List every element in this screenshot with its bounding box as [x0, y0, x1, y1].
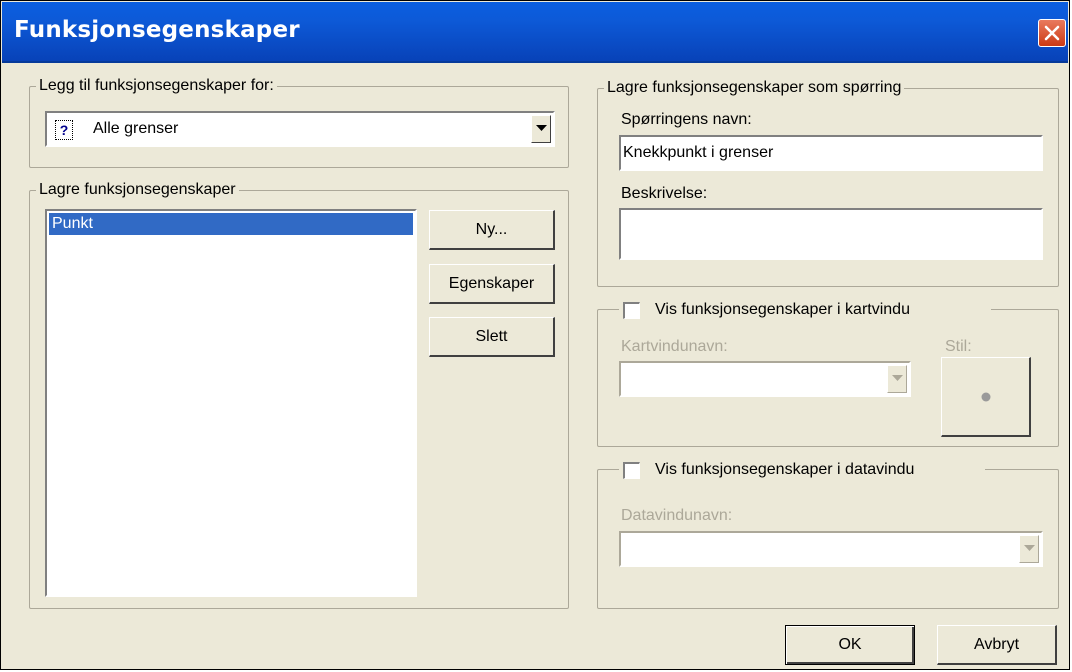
query-name-label: Spørringens navn:	[621, 111, 752, 128]
save-query-legend: Lagre funksjonsegenskaper som spørring	[607, 79, 902, 96]
map-window-checkbox[interactable]	[623, 302, 640, 319]
chevron-down-icon	[1024, 545, 1035, 551]
ok-button[interactable]: OK	[785, 625, 915, 665]
map-window-name-dropdown[interactable]	[619, 361, 911, 397]
add-for-dropdown-button[interactable]	[531, 115, 551, 143]
data-window-check-row[interactable]: Vis funksjonsegenskaper i datavindu	[619, 457, 985, 485]
properties-button-label: Egenskaper	[448, 275, 535, 292]
window-title: Funksjonsegenskaper	[14, 17, 300, 43]
ok-button-label: OK	[838, 636, 862, 653]
description-label: Beskrivelse:	[621, 185, 708, 202]
feature-properties-dialog: Funksjonsegenskaper Legg til funksjonseg…	[0, 0, 1070, 670]
properties-button[interactable]: Egenskaper	[429, 264, 555, 304]
query-name-input[interactable]: Knekkpunkt i grenser	[619, 135, 1043, 171]
data-window-name-dropdown[interactable]	[619, 531, 1043, 567]
map-window-check-label: Vis funksjonsegenskaper i kartvindu	[655, 301, 910, 318]
new-button[interactable]: Ny...	[429, 210, 555, 250]
data-window-checkbox[interactable]	[623, 462, 640, 479]
point-symbol-icon	[981, 392, 991, 402]
cancel-button[interactable]: Avbryt	[937, 625, 1057, 665]
question-mark-icon: ?	[55, 120, 73, 140]
map-window-name-label: Kartvindunavn:	[621, 338, 728, 355]
new-button-label: Ny...	[475, 221, 508, 238]
chevron-down-icon	[536, 125, 547, 131]
map-window-dropdown-button[interactable]	[887, 365, 907, 393]
description-input[interactable]	[619, 208, 1043, 260]
close-button[interactable]	[1038, 19, 1066, 47]
add-for-selected-value: Alle grenser	[93, 120, 179, 137]
data-window-check-label: Vis funksjonsegenskaper i datavindu	[655, 461, 915, 478]
add-for-legend: Legg til funksjonsegenskaper for:	[39, 77, 274, 94]
delete-button-label: Slett	[475, 328, 508, 345]
title-bar[interactable]: Funksjonsegenskaper	[2, 2, 1068, 63]
add-for-dropdown[interactable]: ? Alle grenser	[45, 111, 555, 147]
close-icon	[1044, 25, 1060, 41]
saved-properties-list[interactable]: Punkt	[45, 209, 417, 597]
list-item[interactable]: Punkt	[49, 213, 413, 235]
chevron-down-icon	[892, 375, 903, 381]
style-label: Stil:	[945, 338, 972, 355]
map-window-check-row[interactable]: Vis funksjonsegenskaper i kartvindu	[619, 297, 991, 325]
query-name-value: Knekkpunkt i grenser	[623, 144, 774, 161]
data-window-dropdown-button[interactable]	[1019, 535, 1039, 563]
cancel-button-label: Avbryt	[973, 636, 1020, 653]
style-button[interactable]	[941, 357, 1031, 437]
saved-properties-legend: Lagre funksjonsegenskaper	[39, 181, 236, 198]
delete-button[interactable]: Slett	[429, 317, 555, 357]
data-window-name-label: Datavindunavn:	[621, 507, 733, 524]
